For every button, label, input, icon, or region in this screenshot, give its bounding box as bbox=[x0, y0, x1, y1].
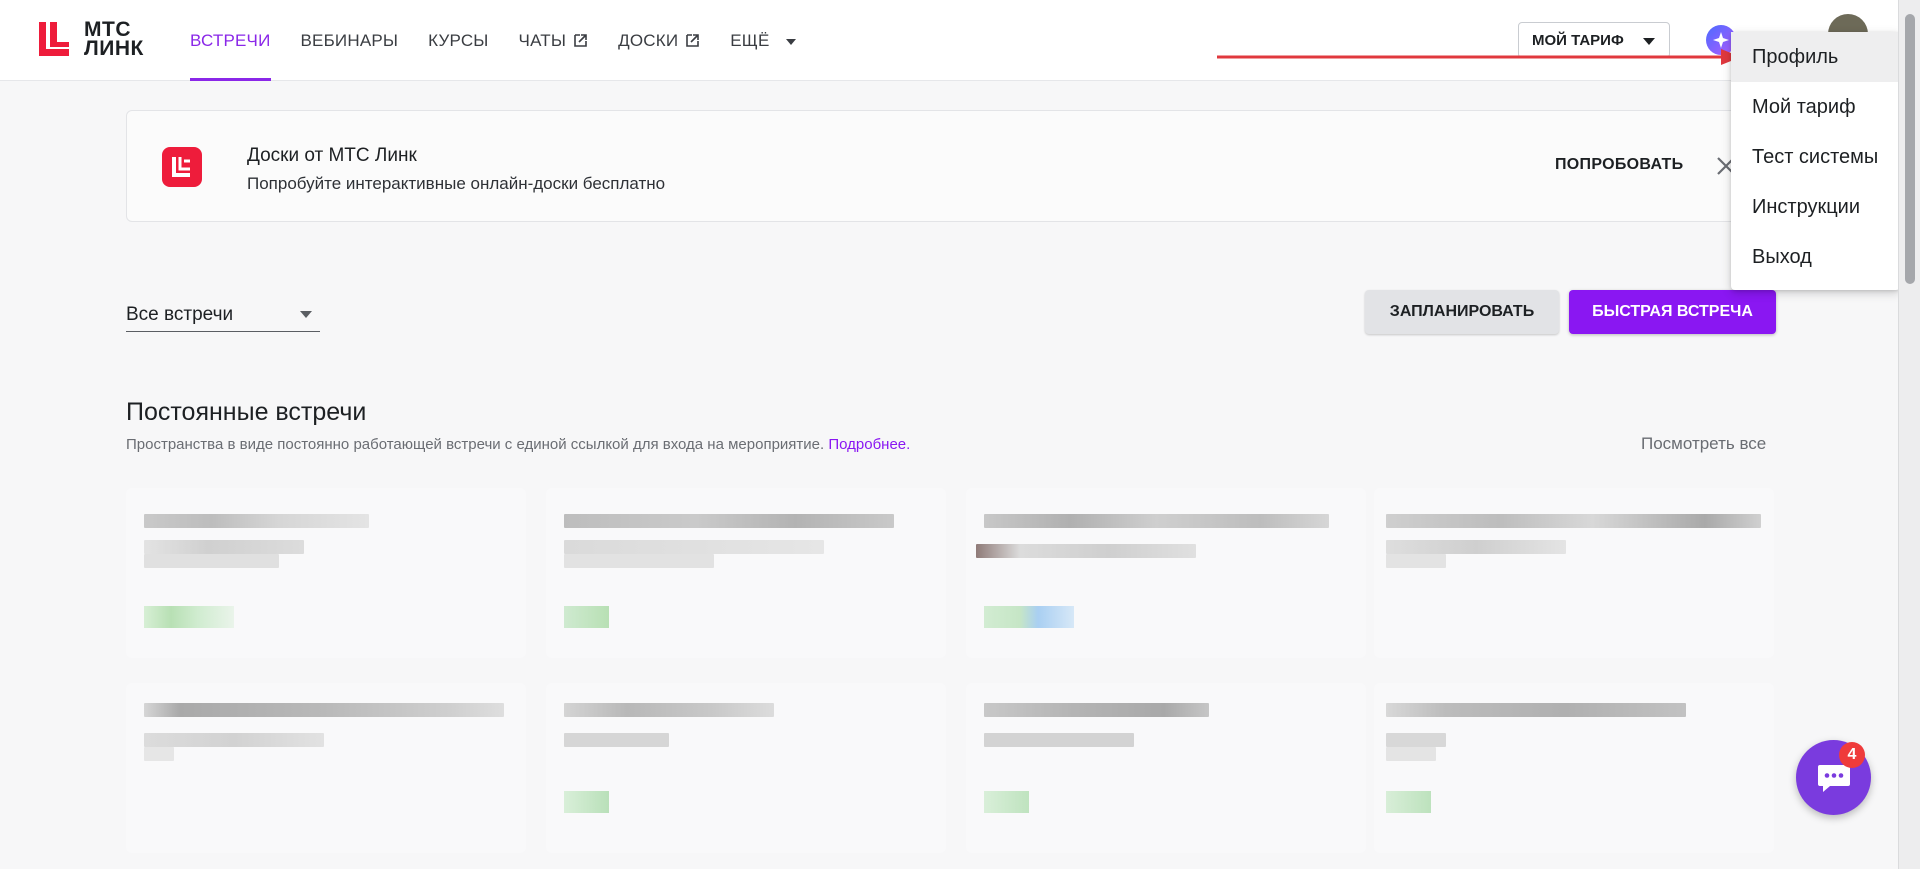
blurred-meta bbox=[564, 554, 714, 568]
meeting-card[interactable] bbox=[1374, 683, 1774, 853]
caret-down-icon bbox=[785, 38, 796, 45]
blurred-subtitle bbox=[564, 733, 669, 747]
blurred-tag bbox=[564, 606, 609, 628]
permanent-meetings-grid bbox=[126, 488, 1778, 869]
menu-item-profile[interactable]: Профиль bbox=[1731, 32, 1900, 82]
blurred-tag bbox=[564, 791, 609, 813]
blurred-title bbox=[1386, 703, 1686, 717]
mts-link-logo[interactable]: МТС ЛИНК bbox=[37, 18, 144, 60]
annotation-arrow-icon bbox=[1217, 49, 1741, 65]
nav-meetings[interactable]: ВСТРЕЧИ bbox=[190, 0, 271, 81]
top-navigation-bar: МТС ЛИНК ВСТРЕЧИ ВЕБИНАРЫ КУРСЫ ЧАТЫ ДОС… bbox=[0, 0, 1898, 81]
nav-webinars[interactable]: ВЕБИНАРЫ bbox=[301, 0, 399, 81]
blurred-subtitle bbox=[144, 540, 304, 554]
blurred-tag bbox=[1386, 791, 1431, 813]
main-nav: ВСТРЕЧИ ВЕБИНАРЫ КУРСЫ ЧАТЫ ДОСКИ ЕЩЁ bbox=[190, 0, 802, 81]
blurred-title bbox=[564, 514, 894, 528]
meeting-card[interactable] bbox=[966, 683, 1366, 853]
boards-promo-banner: Доски от МТС Линк Попробуйте интерактивн… bbox=[126, 110, 1776, 222]
blurred-meta bbox=[1386, 554, 1446, 568]
caret-down-icon bbox=[1643, 38, 1655, 45]
blurred-subtitle bbox=[976, 544, 1196, 558]
menu-item-instructions[interactable]: Инструкции bbox=[1731, 182, 1900, 232]
blurred-title bbox=[564, 703, 774, 717]
external-link-icon bbox=[686, 34, 700, 47]
unread-count-badge: 4 bbox=[1839, 742, 1865, 768]
nav-boards[interactable]: ДОСКИ bbox=[618, 0, 700, 81]
blurred-tag bbox=[984, 791, 1029, 813]
blurred-meta bbox=[144, 554, 279, 568]
meeting-card[interactable] bbox=[546, 488, 946, 658]
blurred-title bbox=[984, 703, 1209, 717]
banner-subtitle: Попробуйте интерактивные онлайн-доски бе… bbox=[247, 174, 666, 193]
meetings-filter-select[interactable]: Все встречи bbox=[126, 298, 320, 332]
try-boards-button[interactable]: ПОПРОБОВАТЬ bbox=[1555, 156, 1683, 174]
blurred-tag bbox=[984, 606, 1074, 628]
blurred-subtitle bbox=[1386, 733, 1446, 747]
learn-more-link[interactable]: Подробнее. bbox=[828, 436, 910, 453]
blurred-title bbox=[144, 703, 504, 717]
menu-item-my-tariff[interactable]: Мой тариф bbox=[1731, 82, 1900, 132]
blurred-meta bbox=[144, 747, 174, 761]
blurred-title bbox=[144, 514, 369, 528]
meeting-card[interactable] bbox=[546, 683, 946, 853]
schedule-button[interactable]: ЗАПЛАНИРОВАТЬ bbox=[1365, 290, 1559, 334]
blurred-subtitle bbox=[564, 540, 824, 554]
external-link-icon bbox=[574, 34, 587, 47]
section-description: Пространства в виде постоянно работающей… bbox=[126, 436, 911, 453]
blurred-subtitle bbox=[144, 733, 324, 747]
logo-mark-icon bbox=[39, 22, 69, 56]
meeting-card[interactable] bbox=[126, 683, 526, 853]
nav-more[interactable]: ЕЩЁ bbox=[730, 0, 801, 81]
blurred-subtitle bbox=[1386, 540, 1566, 554]
menu-item-system-test[interactable]: Тест системы bbox=[1731, 132, 1900, 182]
meeting-card[interactable] bbox=[126, 488, 526, 658]
meeting-card[interactable] bbox=[1374, 488, 1774, 658]
blurred-meta bbox=[1386, 747, 1436, 761]
meeting-card[interactable] bbox=[966, 488, 1366, 658]
scrollbar-thumb[interactable] bbox=[1905, 14, 1915, 284]
quick-meeting-button[interactable]: БЫСТРАЯ ВСТРЕЧА bbox=[1569, 290, 1776, 334]
page-scrollbar[interactable] bbox=[1898, 0, 1920, 869]
boards-logo-icon bbox=[162, 147, 202, 187]
view-all-link[interactable]: Посмотреть все bbox=[1641, 434, 1766, 454]
banner-title: Доски от МТС Линк bbox=[247, 145, 417, 166]
section-title: Постоянные встречи bbox=[126, 398, 367, 426]
logo-text: МТС ЛИНК bbox=[84, 18, 144, 60]
profile-menu: Профиль Мой тариф Тест системы Инструкци… bbox=[1731, 32, 1900, 290]
nav-courses[interactable]: КУРСЫ bbox=[428, 0, 488, 81]
menu-item-logout[interactable]: Выход bbox=[1731, 232, 1900, 282]
blurred-title bbox=[1386, 514, 1761, 528]
blurred-tag bbox=[144, 606, 234, 628]
caret-down-icon bbox=[300, 311, 312, 318]
blurred-subtitle bbox=[984, 733, 1134, 747]
nav-chats[interactable]: ЧАТЫ bbox=[519, 0, 589, 81]
blurred-title bbox=[984, 514, 1329, 528]
